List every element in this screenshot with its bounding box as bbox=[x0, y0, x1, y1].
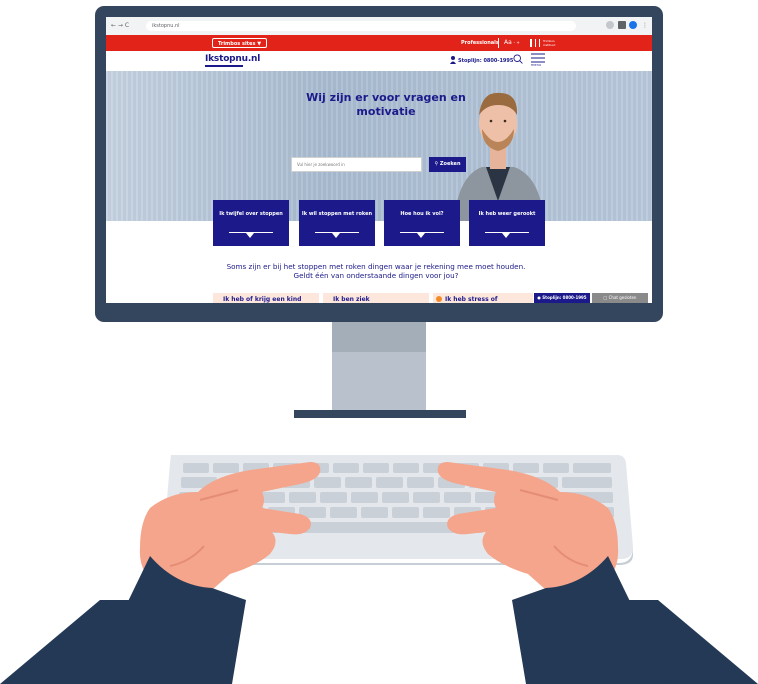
right-hand-icon bbox=[437, 462, 758, 684]
illustration: ← → C ikstopnu.nl ⋮ Trimbos sites ▼ Prof… bbox=[0, 0, 758, 684]
left-hand-icon bbox=[0, 462, 321, 684]
typing-hands bbox=[0, 462, 758, 684]
